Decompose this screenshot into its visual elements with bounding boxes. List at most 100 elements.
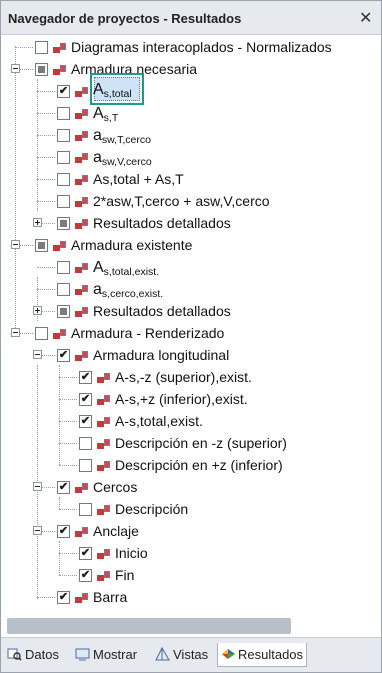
tree-node[interactable]: Diagramas interacoplados - Normalizados: [1, 37, 381, 59]
tree-node-checkbox[interactable]: ✔: [79, 547, 92, 560]
tree-node-checkbox[interactable]: [35, 239, 48, 252]
data-icon: [7, 648, 22, 661]
tree-node-checkbox[interactable]: [79, 437, 92, 450]
tab-label: Vistas: [173, 647, 209, 662]
tree-node-checkbox[interactable]: [35, 63, 48, 76]
collapse-icon[interactable]: [33, 350, 42, 359]
collapse-icon[interactable]: [11, 328, 20, 337]
tree-node[interactable]: ✔ A-s,+z (inferior),exist.: [1, 389, 381, 411]
tree-node-checkbox[interactable]: [57, 107, 70, 120]
tree-node-label: Resultados detallados: [93, 215, 231, 231]
tree-node-checkbox[interactable]: ✔: [57, 481, 70, 494]
result-icon: [53, 65, 66, 75]
tree-node-checkbox[interactable]: ✔: [79, 569, 92, 582]
result-icon: [75, 109, 88, 119]
result-icon: [75, 175, 88, 185]
result-icon: [75, 197, 88, 207]
result-icon: [53, 329, 66, 339]
tree-node-checkbox[interactable]: ✔: [57, 349, 70, 362]
tree-node-checkbox[interactable]: [79, 459, 92, 472]
tree-node[interactable]: Armadura - Renderizado: [1, 323, 381, 345]
tree-node[interactable]: ✔ As,total: [1, 73, 381, 105]
tree-node-checkbox[interactable]: ✔: [57, 85, 70, 98]
tree-node[interactable]: asw,V,cerco: [1, 147, 381, 169]
tree-node[interactable]: Descripción: [1, 499, 381, 521]
tree-node[interactable]: ✔ Armadura longitudinal: [1, 345, 381, 367]
tree-node[interactable]: As,T: [1, 103, 381, 125]
tree-node-checkbox[interactable]: [35, 327, 48, 340]
result-icon: [75, 307, 88, 317]
display-icon: [75, 648, 90, 661]
expand-icon[interactable]: [33, 306, 42, 315]
tree-node-checkbox[interactable]: ✔: [57, 525, 70, 538]
collapse-icon[interactable]: [33, 482, 42, 491]
horizontal-scrollbar[interactable]: [7, 618, 291, 634]
result-icon: [75, 351, 88, 361]
tree-node[interactable]: asw,T,cerco: [1, 125, 381, 147]
close-icon[interactable]: ✕: [359, 8, 372, 28]
tree-node[interactable]: Resultados detallados: [1, 213, 381, 235]
tree-node-label: asw,V,cerco: [93, 149, 152, 168]
tree-node[interactable]: Descripción en +z (inferior): [1, 455, 381, 477]
tree-node[interactable]: ✔ A-s,total,exist.: [1, 411, 381, 433]
tree-node-label: As,total: [93, 81, 132, 100]
tree-node-checkbox[interactable]: [57, 283, 70, 296]
tab-mostrar[interactable]: Mostrar: [75, 643, 147, 667]
tree-node-label: Resultados detallados: [93, 303, 231, 319]
tree-node-label: Descripción en +z (inferior): [115, 457, 283, 473]
tree-node-checkbox[interactable]: [57, 129, 70, 142]
tree-connector-line: [59, 377, 77, 378]
results-icon: [222, 649, 235, 659]
tree-node-checkbox[interactable]: ✔: [57, 591, 70, 604]
tree-node-checkbox[interactable]: ✔: [79, 415, 92, 428]
tree-node[interactable]: ✔ Anclaje: [1, 521, 381, 543]
tree-node-checkbox[interactable]: [57, 261, 70, 274]
result-icon: [53, 241, 66, 251]
tree-node[interactable]: as,cerco,exist.: [1, 279, 381, 301]
tree-node-checkbox[interactable]: [57, 195, 70, 208]
tree-node[interactable]: Armadura existente: [1, 235, 381, 257]
tree-node-checkbox[interactable]: [57, 151, 70, 164]
tree-node[interactable]: Descripción en -z (superior): [1, 433, 381, 455]
expand-icon[interactable]: [33, 218, 42, 227]
tree-node[interactable]: ✔ Fin: [1, 565, 381, 587]
tree-node[interactable]: Resultados detallados: [1, 301, 381, 323]
tree-node-label: As,total,exist.: [93, 259, 160, 278]
tree-connector-line: [37, 201, 55, 202]
tree-node-label: Barra: [93, 589, 128, 605]
panel-title: Navegador de proyectos - Resultados: [8, 11, 242, 26]
tree-connector-line: [37, 157, 55, 158]
tree-node[interactable]: Armadura necesaria: [1, 59, 381, 81]
tree-node-label: A-s,total,exist.: [115, 413, 203, 429]
tree-node[interactable]: As,total,exist.: [1, 257, 381, 279]
tree-node-checkbox[interactable]: [57, 173, 70, 186]
collapse-icon[interactable]: [33, 526, 42, 535]
tab-vistas[interactable]: Vistas: [155, 643, 215, 667]
views-icon: [155, 647, 170, 661]
tree-node-label: asw,T,cerco: [93, 127, 151, 146]
tree-node[interactable]: ✔ Barra: [1, 587, 381, 609]
tree-node[interactable]: 2*asw,T,cerco + asw,V,cerco: [1, 191, 381, 213]
tree-connector-line: [37, 91, 55, 92]
collapse-icon[interactable]: [11, 64, 20, 73]
tree-connector-line: [37, 135, 55, 136]
tree-node[interactable]: ✔ Inicio: [1, 543, 381, 565]
result-icon: [97, 417, 110, 427]
tree-node-checkbox[interactable]: [57, 217, 70, 230]
tree-node-label: As,T: [93, 105, 119, 124]
project-navigator-panel: Navegador de proyectos - Resultados ✕ Di…: [0, 0, 382, 673]
tree-node[interactable]: As,total + As,T: [1, 169, 381, 191]
tree-node-checkbox[interactable]: [35, 41, 48, 54]
result-icon: [53, 43, 66, 53]
tree-node-label: Descripción: [115, 501, 189, 517]
tree-node-checkbox[interactable]: [57, 305, 70, 318]
tree-node-checkbox[interactable]: [79, 503, 92, 516]
tree-node[interactable]: ✔ A-s,-z (superior),exist.: [1, 367, 381, 389]
tree-node[interactable]: ✔ Cercos: [1, 477, 381, 499]
tab-resultados[interactable]: Resultados: [217, 643, 307, 667]
tree-node-checkbox[interactable]: ✔: [79, 393, 92, 406]
tree-connector-line: [37, 113, 55, 114]
tree-node-checkbox[interactable]: ✔: [79, 371, 92, 384]
collapse-icon[interactable]: [11, 240, 20, 249]
tab-datos[interactable]: Datos: [7, 643, 67, 667]
